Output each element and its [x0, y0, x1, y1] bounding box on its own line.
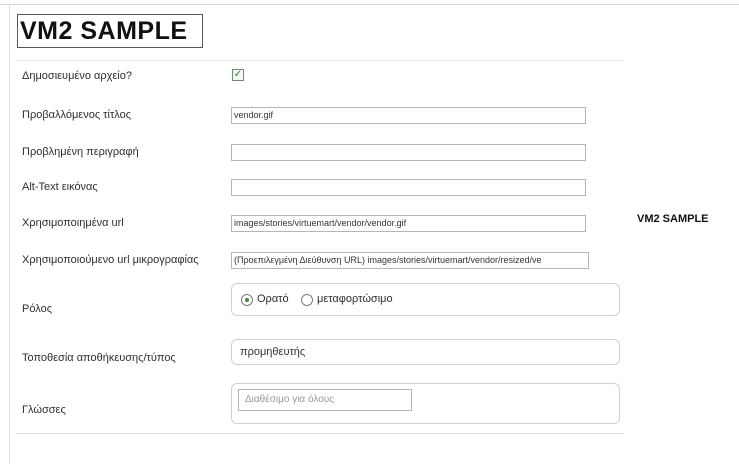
description-input[interactable]: [231, 144, 586, 161]
display-title-label: Προβαλλόμενος τίτλος: [22, 109, 132, 121]
check-icon: ✓: [233, 69, 243, 80]
url-input[interactable]: images/stories/virtuemart/vendor/vendor.…: [231, 215, 586, 232]
published-label: Δημοσιευμένο αρχείο?: [22, 70, 132, 82]
location-label: Τοποθεσία αποθήκευσης/τύπος: [22, 352, 176, 364]
role-downloadable-label[interactable]: μεταφορτώσιμο: [317, 292, 393, 306]
url-label: Χρησιμοποιημένα url: [22, 217, 124, 229]
alt-text-input[interactable]: [231, 179, 586, 196]
languages-label: Γλώσσες: [22, 404, 66, 416]
top-divider: [0, 4, 739, 5]
thumb-url-label: Χρησιμοποιούμενο url μικρογραφίας: [22, 254, 199, 266]
languages-input[interactable]: Διαθέσιμο για όλους: [238, 389, 412, 411]
languages-box: Διαθέσιμο για όλους: [231, 383, 620, 424]
alt-text-label: Alt-Text εικόνας: [22, 181, 98, 193]
display-title-input[interactable]: vendor.gif: [231, 107, 586, 124]
role-label: Ρόλος: [22, 303, 52, 315]
location-input[interactable]: προμηθευτής: [231, 339, 620, 365]
thumb-url-input[interactable]: (Προεπιλεγμένη Διεύθυνση URL) images/sto…: [231, 252, 589, 269]
left-divider: [9, 4, 10, 464]
role-visible-label[interactable]: Ορατό: [257, 292, 289, 306]
vendor-logo: VM2 SAMPLE: [17, 14, 203, 48]
panel-top-border: [16, 60, 624, 61]
role-visible-radio[interactable]: [241, 294, 253, 306]
logo-text: VM2 SAMPLE: [20, 17, 188, 45]
role-downloadable-radio[interactable]: [301, 294, 313, 306]
role-radio-group: Ορατό μεταφορτώσιμο: [231, 283, 620, 316]
vendor-preview-label: VM2 SAMPLE: [637, 213, 709, 225]
panel-bottom-border: [16, 433, 624, 434]
published-checkbox[interactable]: ✓: [232, 69, 244, 81]
description-label: Προβλημένη περιγραφή: [22, 146, 139, 158]
